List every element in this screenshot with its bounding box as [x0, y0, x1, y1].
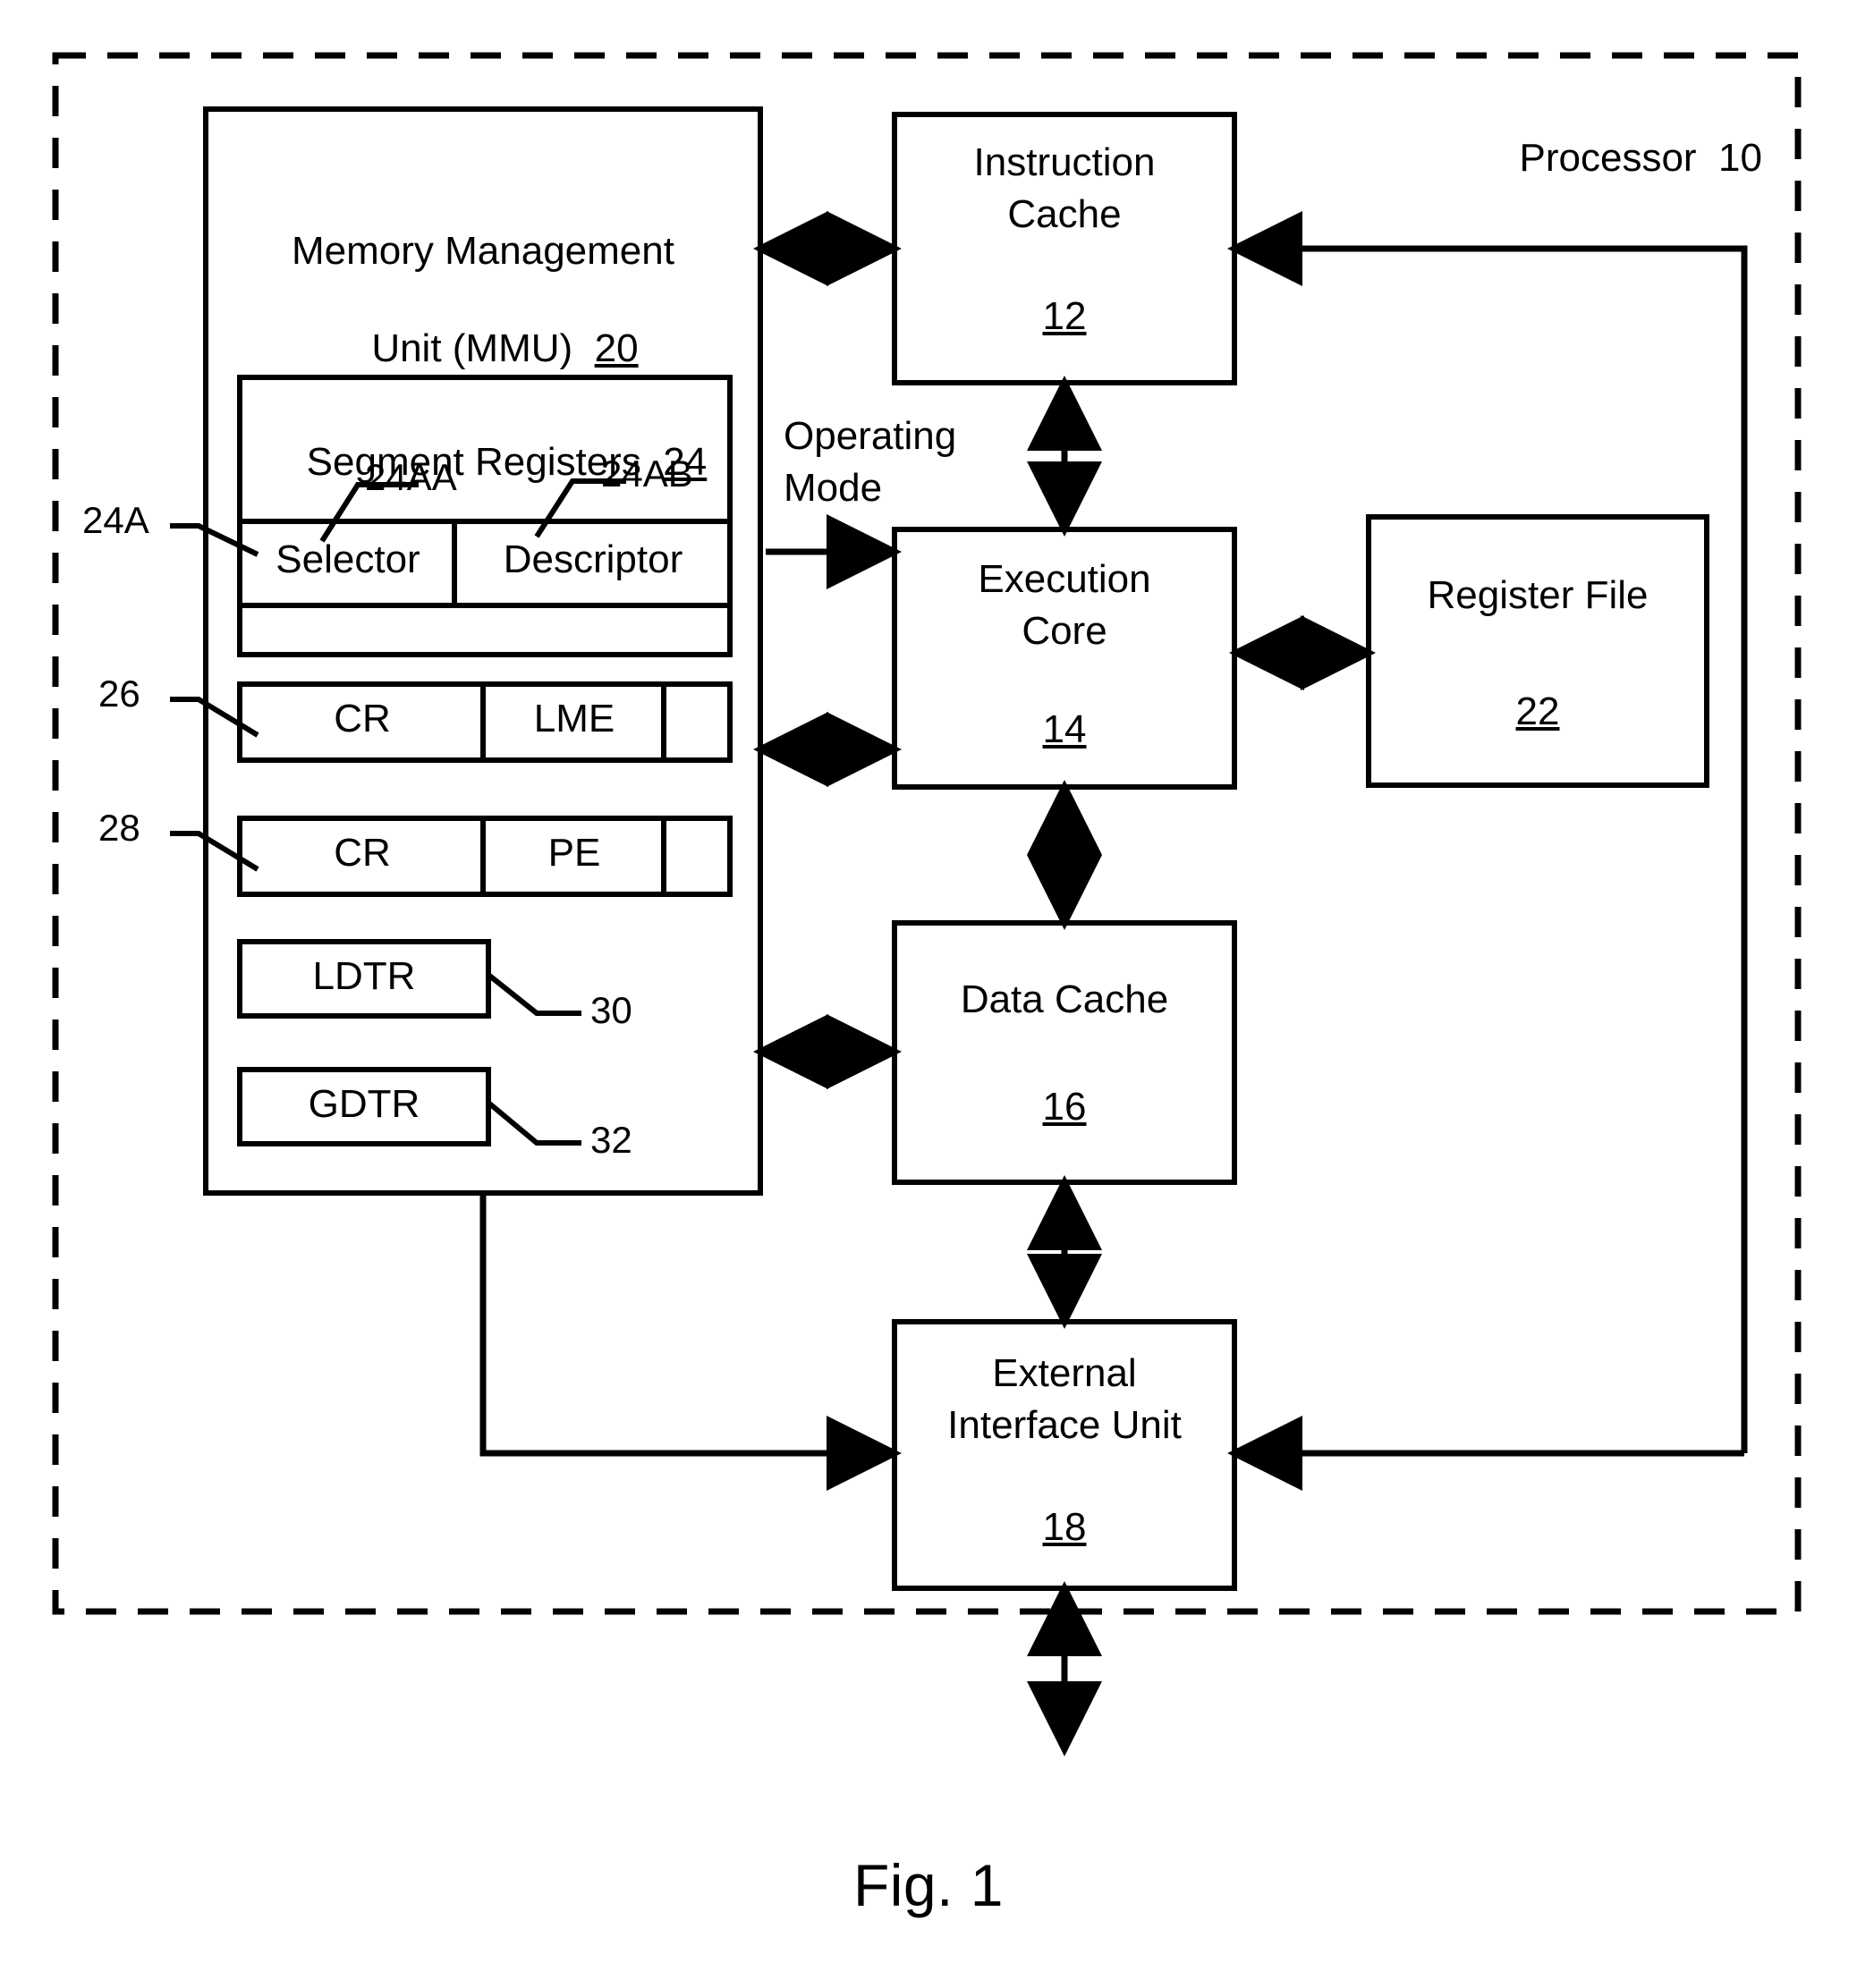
data-cache-ref: 16 — [1042, 1085, 1087, 1129]
mmu-ref: 20 — [594, 326, 639, 371]
mmu-title-line2: Unit (MMU) — [371, 326, 573, 371]
operating-mode-label-line1: Operating — [784, 414, 957, 458]
execution-core-title-line1: Execution — [978, 557, 1151, 601]
ldtr-ref: 30 — [590, 989, 632, 1031]
segment-field-descriptor-label: Descriptor — [503, 537, 683, 581]
segment-field-selector-ref: 24AA — [365, 456, 457, 498]
operating-mode-label-line2: Mode — [784, 466, 883, 510]
figure-caption: Fig. 1 — [852, 1852, 1005, 1918]
external-interface-unit-ref: 18 — [1042, 1505, 1087, 1549]
arrow-mmu-external-interface-unit — [479, 1193, 902, 1491]
data-cache-box-outline — [892, 920, 1237, 1185]
ldtr-label: LDTR — [312, 954, 416, 998]
instruction-cache-title-line1: Instruction — [973, 140, 1156, 184]
segment-register-row-a-ref: 24A — [82, 499, 149, 541]
segment-field-selector-label: Selector — [276, 537, 420, 581]
register-file-title-line1: Register File — [1427, 573, 1649, 617]
execution-core-ref: 14 — [1042, 707, 1087, 751]
register-file-ref: 22 — [1515, 689, 1560, 733]
cr-pe-ref: 28 — [98, 807, 140, 849]
processor-label-ref: 10 — [1718, 136, 1762, 181]
segment-field-descriptor-ref: 24AB — [601, 453, 693, 495]
external-interface-unit-title-line2: Interface Unit — [947, 1403, 1182, 1447]
instruction-cache-title-line2: Cache — [1007, 192, 1122, 236]
gdtr-ref: 32 — [590, 1119, 632, 1161]
leader-32 — [487, 1100, 581, 1146]
mmu-title-line1: Memory Management — [292, 229, 674, 273]
data-cache-title-line1: Data Cache — [960, 977, 1169, 1021]
segment-registers-title: Segment Registers — [306, 440, 641, 485]
arrow-external-interface-unit-instruction-cache — [1227, 211, 1748, 1453]
cr-pe-cell-1: PE — [547, 831, 601, 875]
instruction-cache-ref: 12 — [1042, 294, 1087, 338]
processor-label: Processor 10 — [1467, 89, 1762, 226]
register-file-box-outline — [1366, 514, 1709, 788]
leader-30 — [487, 972, 581, 1016]
cr-lme-cell-1: LME — [533, 697, 615, 740]
cr-lme-cell-0: CR — [334, 697, 391, 740]
cr-lme-ref: 26 — [98, 673, 140, 715]
cr-pe-cell-0: CR — [334, 831, 391, 875]
external-interface-unit-title-line1: External — [992, 1351, 1137, 1395]
execution-core-title-line2: Core — [1022, 609, 1107, 653]
processor-label-text: Processor — [1519, 136, 1697, 181]
patent-figure-1: Processor 10 Memory Management Unit (MMU… — [0, 0, 1857, 1988]
gdtr-label: GDTR — [308, 1082, 420, 1126]
